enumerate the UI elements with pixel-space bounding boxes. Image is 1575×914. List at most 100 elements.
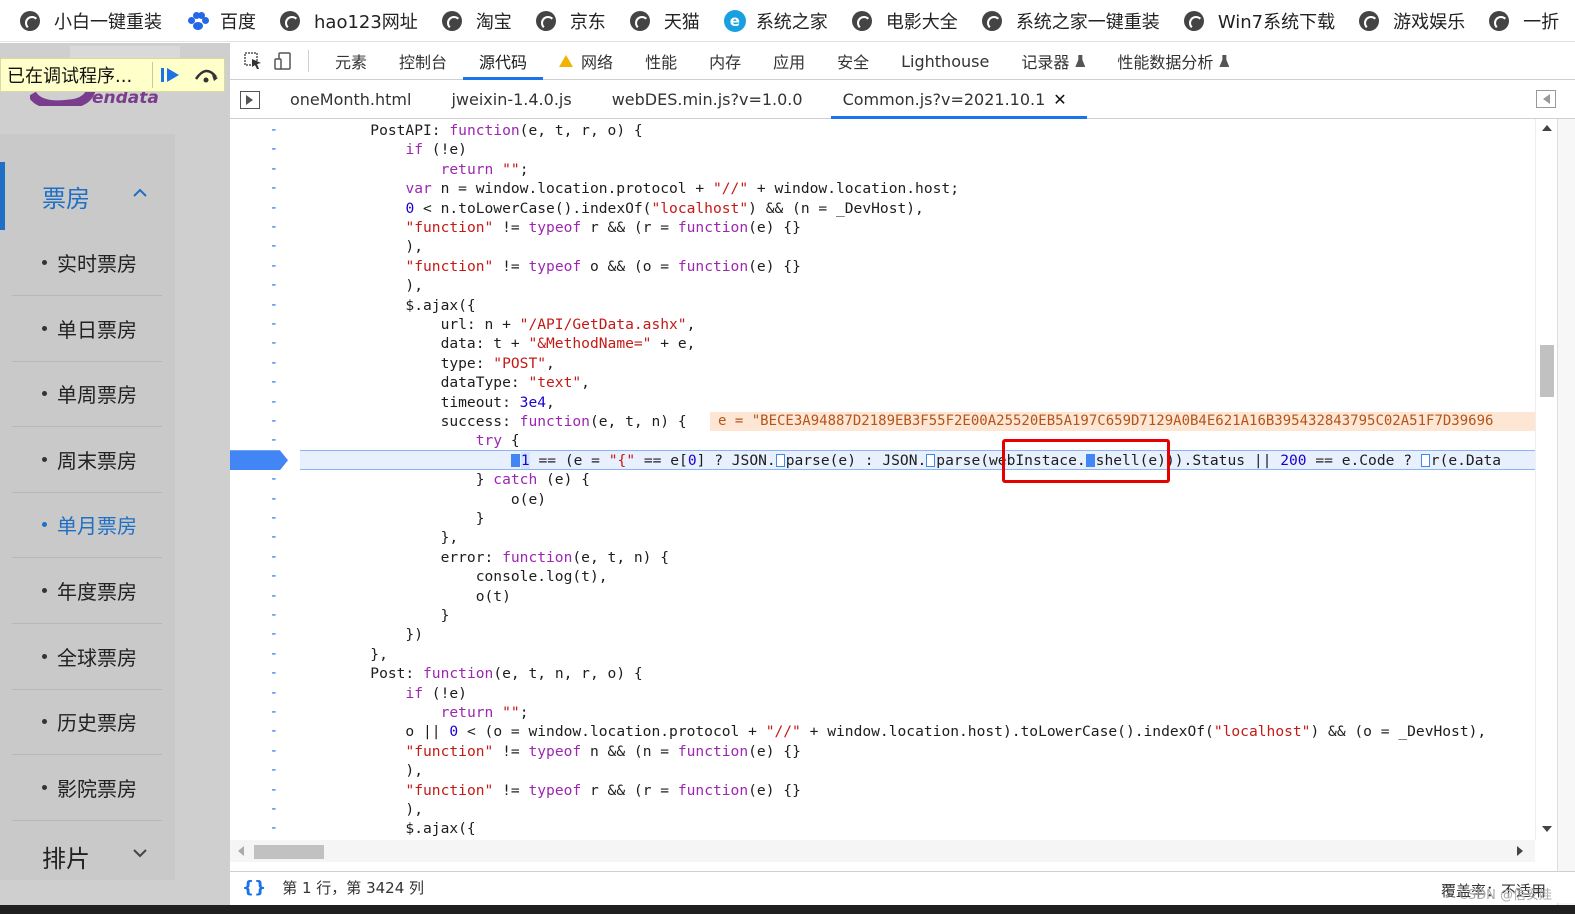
code-line[interactable]: ), [300, 237, 423, 256]
gutter-line-marker[interactable]: - [230, 664, 300, 683]
sidebar-item[interactable]: 周末票房 [12, 427, 162, 493]
horizontal-scroll-thumb[interactable] [254, 845, 324, 859]
gutter-line-marker[interactable]: - [230, 761, 300, 780]
gutter-line-marker[interactable]: - [230, 140, 300, 159]
bookmark-item[interactable]: 系统之家一键重装 [981, 8, 1160, 34]
sidebar-item[interactable]: 实时票房 [12, 230, 162, 296]
sidebar-group-boxoffice[interactable]: 票房 [0, 162, 175, 230]
gutter-line-marker[interactable]: - [230, 567, 300, 586]
gutter-line-marker[interactable]: - [230, 431, 300, 450]
code-line[interactable]: } catch (e) { [300, 470, 590, 489]
gutter-line-marker[interactable]: - [230, 703, 300, 722]
code-line[interactable]: 1 == (e = "{" == e[0] ? JSON. parse(e) : … [300, 451, 1501, 470]
line-gutter[interactable]: -------------------------------------- [230, 119, 300, 840]
devtools-tab[interactable]: 网络 [543, 43, 629, 80]
code-line[interactable]: "function" != typeof r && (r = function(… [300, 218, 800, 237]
inspect-element-button[interactable] [238, 46, 268, 76]
code-line[interactable]: if (!e) [300, 140, 467, 159]
code-line[interactable]: o || 0 < (o = window.location.protocol +… [300, 722, 1486, 741]
sidebar-item[interactable]: 全球票房 [12, 624, 162, 690]
gutter-line-marker[interactable]: - [230, 199, 300, 218]
source-file-tab[interactable]: webDES.min.js?v=1.0.0 [592, 81, 823, 119]
gutter-line-marker[interactable]: - [230, 800, 300, 819]
code-line[interactable]: timeout: 3e4, [300, 393, 555, 412]
code-line[interactable]: } [300, 509, 485, 528]
gutter-line-marker[interactable]: - [230, 470, 300, 489]
bookmark-item[interactable]: 京东 [535, 8, 606, 34]
code-line[interactable]: console.log(t), [300, 567, 608, 586]
code-line[interactable]: "function" != typeof r && (r = function(… [300, 781, 800, 800]
scroll-up-icon[interactable] [1542, 125, 1552, 131]
gutter-line-marker[interactable]: - [230, 218, 300, 237]
code-line[interactable]: var n = window.location.protocol + "//" … [300, 179, 959, 198]
code-line[interactable]: if (!e) [300, 684, 467, 703]
sidebar-item[interactable]: 影院票房 [12, 755, 162, 821]
pretty-print-icon[interactable]: {} [242, 878, 266, 898]
gutter-line-marker[interactable]: - [230, 528, 300, 547]
step-over-button[interactable] [188, 59, 224, 91]
bookmark-item[interactable]: hao123网址 [280, 8, 418, 34]
toggle-debugger-sidebar-icon[interactable] [1536, 90, 1556, 108]
gutter-line-marker[interactable]: - [230, 334, 300, 353]
devtools-tab[interactable]: 源代码 [463, 43, 544, 80]
gutter-line-marker[interactable]: - [230, 315, 300, 334]
resume-button[interactable] [153, 59, 189, 91]
sidebar-group-schedule[interactable]: 排片 [0, 822, 175, 890]
code-line[interactable]: ), [300, 276, 423, 295]
devtools-tab[interactable]: 安全 [821, 43, 885, 80]
gutter-line-marker[interactable]: - [230, 412, 300, 431]
devtools-tab[interactable]: 应用 [757, 43, 821, 80]
toggle-navigator-icon[interactable] [240, 90, 260, 109]
code-line[interactable]: dataType: "text", [300, 373, 590, 392]
code-line[interactable]: error: function(e, t, n) { [300, 548, 669, 567]
close-tab-icon[interactable]: ✕ [1053, 90, 1066, 109]
code-line[interactable]: o(e) [300, 490, 546, 509]
devtools-tab[interactable]: 性能数据分析 [1101, 43, 1245, 80]
code-line[interactable]: return ""; [300, 703, 529, 722]
sidebar-item[interactable]: 年度票房 [12, 558, 162, 624]
gutter-line-marker[interactable]: - [230, 781, 300, 800]
bookmark-item[interactable]: e 系统之家 [723, 8, 828, 34]
gutter-line-marker[interactable]: - [230, 606, 300, 625]
devtools-tab[interactable]: 记录器 [1005, 43, 1101, 80]
bookmark-item[interactable]: 小白一键重装 [20, 8, 162, 34]
gutter-line-marker[interactable]: - [230, 509, 300, 528]
gutter-line-marker[interactable]: - [230, 722, 300, 741]
scroll-right-icon[interactable] [1517, 846, 1523, 856]
code-line[interactable]: Post: function(e, t, n, r, o) { [300, 664, 642, 683]
code-line[interactable]: "function" != typeof n && (n = function(… [300, 742, 800, 761]
gutter-line-marker[interactable]: - [230, 121, 300, 140]
bookmark-item[interactable]: 天猫 [629, 8, 700, 34]
code-line[interactable]: $.ajax({ [300, 819, 475, 838]
gutter-line-marker[interactable]: - [230, 742, 300, 761]
code-line[interactable]: ), [300, 800, 423, 819]
bookmark-item[interactable]: 百度 [186, 8, 256, 34]
bookmark-item[interactable]: 电影大全 [851, 8, 958, 34]
bookmark-item[interactable]: 淘宝 [441, 8, 512, 34]
gutter-line-marker[interactable]: - [230, 587, 300, 606]
code-line[interactable]: 0 < n.toLowerCase().indexOf("localhost")… [300, 199, 923, 218]
vertical-scrollbar[interactable] [1535, 119, 1557, 840]
code-line[interactable]: success: function(e, t, n) { [300, 412, 687, 431]
gutter-line-marker[interactable]: - [230, 684, 300, 703]
bookmark-item[interactable]: 游戏娱乐 [1359, 8, 1465, 34]
gutter-line-marker[interactable]: - [230, 625, 300, 644]
bookmark-item[interactable]: Win7系统下载 [1183, 8, 1335, 34]
scroll-left-icon[interactable] [238, 846, 244, 856]
code-line[interactable]: $.ajax({ [300, 296, 475, 315]
breakpoint-marker[interactable] [230, 450, 288, 471]
gutter-line-marker[interactable]: - [230, 296, 300, 315]
gutter-line-marker[interactable]: - [230, 354, 300, 373]
bookmark-item[interactable]: 一折 [1489, 8, 1559, 34]
devtools-tab[interactable]: Lighthouse [885, 43, 1005, 80]
gutter-line-marker[interactable]: - [230, 819, 300, 838]
gutter-line-marker[interactable]: - [230, 257, 300, 276]
gutter-line-marker[interactable]: - [230, 237, 300, 256]
sidebar-item[interactable]: 单日票房 [12, 296, 162, 362]
gutter-line-marker[interactable]: - [230, 490, 300, 509]
source-file-tab[interactable]: jweixin-1.4.0.js [431, 81, 591, 119]
devtools-tab[interactable]: 控制台 [383, 43, 463, 80]
devtools-tab[interactable]: 性能 [629, 43, 693, 80]
device-toolbar-button[interactable] [268, 46, 298, 76]
gutter-line-marker[interactable]: - [230, 645, 300, 664]
